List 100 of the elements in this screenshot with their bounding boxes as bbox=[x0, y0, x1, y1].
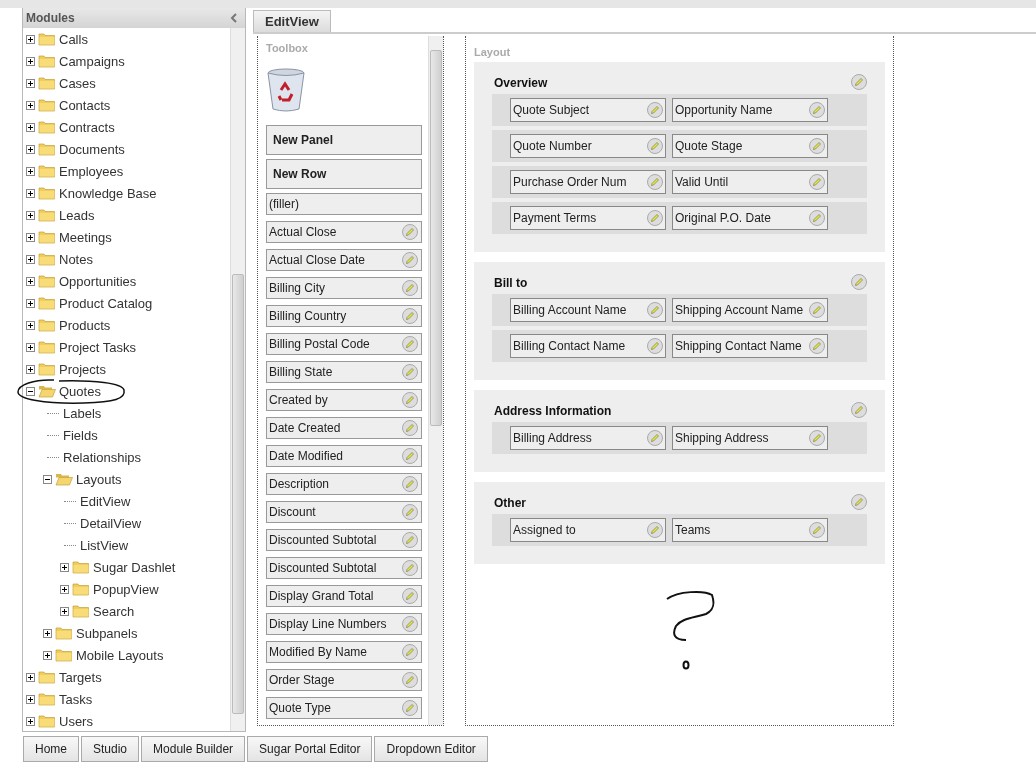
field-item[interactable]: Display Line Numbers bbox=[266, 613, 422, 635]
collapse-icon[interactable] bbox=[26, 386, 35, 396]
tree-item[interactable]: EditView bbox=[80, 493, 131, 509]
footer-tab[interactable]: Studio bbox=[81, 736, 140, 762]
pencil-icon[interactable] bbox=[647, 338, 663, 354]
layout-field[interactable]: Shipping Address bbox=[672, 426, 828, 450]
layout-field[interactable]: Billing Account Name bbox=[510, 298, 666, 322]
layout-field[interactable]: Payment Terms bbox=[510, 206, 666, 230]
layout-field[interactable]: Opportunity Name bbox=[672, 98, 828, 122]
layout-field[interactable]: Quote Number bbox=[510, 134, 666, 158]
tree-item[interactable]: Leads bbox=[59, 207, 95, 223]
tree-item[interactable]: Campaigns bbox=[59, 53, 125, 69]
pencil-icon[interactable] bbox=[402, 476, 418, 492]
new-row-item[interactable]: New Row bbox=[266, 159, 422, 189]
tree-item[interactable]: PopupView bbox=[93, 581, 159, 597]
tree-item[interactable]: ListView bbox=[80, 537, 129, 553]
pencil-icon[interactable] bbox=[402, 280, 418, 296]
pencil-icon[interactable] bbox=[402, 392, 418, 408]
tree-item[interactable]: Labels bbox=[63, 405, 102, 421]
pencil-icon[interactable] bbox=[402, 644, 418, 660]
chevron-left-icon[interactable] bbox=[230, 13, 237, 23]
expand-icon[interactable] bbox=[26, 100, 35, 110]
field-item[interactable]: Billing Country bbox=[266, 305, 422, 327]
field-item[interactable]: Discounted Subtotal bbox=[266, 529, 422, 551]
tree-item[interactable]: Cases bbox=[59, 75, 96, 91]
pencil-icon[interactable] bbox=[809, 102, 825, 118]
footer-tab[interactable]: Module Builder bbox=[141, 736, 246, 762]
filler-item[interactable]: (filler) bbox=[266, 193, 422, 215]
field-item[interactable]: Actual Close bbox=[266, 221, 422, 243]
layout-field[interactable]: Billing Address bbox=[510, 426, 666, 450]
field-item[interactable]: Date Created bbox=[266, 417, 422, 439]
layout-field[interactable]: Shipping Account Name bbox=[672, 298, 828, 322]
footer-tab[interactable]: Dropdown Editor bbox=[374, 736, 488, 762]
pencil-icon[interactable] bbox=[809, 138, 825, 154]
expand-icon[interactable] bbox=[43, 628, 52, 638]
tree-item[interactable]: Contracts bbox=[59, 119, 115, 135]
field-item[interactable]: Modified By Name bbox=[266, 641, 422, 663]
tree-item[interactable]: Projects bbox=[59, 361, 106, 377]
tree-item[interactable]: Project Tasks bbox=[59, 339, 137, 355]
layout-field[interactable]: Valid Until bbox=[672, 170, 828, 194]
pencil-icon[interactable] bbox=[402, 336, 418, 352]
tree-item[interactable]: Sugar Dashlet bbox=[93, 559, 176, 575]
expand-icon[interactable] bbox=[26, 716, 35, 726]
expand-icon[interactable] bbox=[43, 650, 52, 660]
pencil-icon[interactable] bbox=[402, 672, 418, 688]
expand-icon[interactable] bbox=[26, 364, 35, 374]
pencil-icon[interactable] bbox=[647, 302, 663, 318]
expand-icon[interactable] bbox=[60, 584, 69, 594]
pencil-icon[interactable] bbox=[809, 174, 825, 190]
pencil-icon[interactable] bbox=[809, 430, 825, 446]
expand-icon[interactable] bbox=[26, 694, 35, 704]
tree-item[interactable]: Mobile Layouts bbox=[76, 647, 164, 663]
editview-tab[interactable]: EditView bbox=[253, 10, 331, 32]
pencil-icon[interactable] bbox=[402, 616, 418, 632]
expand-icon[interactable] bbox=[26, 232, 35, 242]
tree-item[interactable]: Tasks bbox=[59, 691, 93, 707]
scrollbar[interactable] bbox=[230, 28, 245, 731]
pencil-icon[interactable] bbox=[402, 532, 418, 548]
field-item[interactable]: Billing City bbox=[266, 277, 422, 299]
scrollbar[interactable] bbox=[428, 36, 443, 725]
pencil-icon[interactable] bbox=[402, 420, 418, 436]
expand-icon[interactable] bbox=[60, 606, 69, 616]
expand-icon[interactable] bbox=[26, 210, 35, 220]
pencil-icon[interactable] bbox=[851, 402, 867, 418]
tree-item[interactable]: Meetings bbox=[59, 229, 112, 245]
tree-item[interactable]: Quotes bbox=[59, 383, 101, 399]
expand-icon[interactable] bbox=[26, 342, 35, 352]
expand-icon[interactable] bbox=[26, 122, 35, 132]
layout-field[interactable]: Original P.O. Date bbox=[672, 206, 828, 230]
expand-icon[interactable] bbox=[26, 78, 35, 88]
footer-tab[interactable]: Home bbox=[23, 736, 79, 762]
field-item[interactable]: Actual Close Date bbox=[266, 249, 422, 271]
tree-item[interactable]: Employees bbox=[59, 163, 124, 179]
tree-item[interactable]: Product Catalog bbox=[59, 295, 153, 311]
tree-item[interactable]: Fields bbox=[63, 427, 98, 443]
pencil-icon[interactable] bbox=[647, 522, 663, 538]
expand-icon[interactable] bbox=[60, 562, 69, 572]
expand-icon[interactable] bbox=[26, 320, 35, 330]
field-item[interactable]: Billing State bbox=[266, 361, 422, 383]
tree-item[interactable]: Contacts bbox=[59, 97, 111, 113]
tree-item[interactable]: Knowledge Base bbox=[59, 185, 157, 201]
field-item[interactable]: Billing Postal Code bbox=[266, 333, 422, 355]
field-item[interactable]: Discounted Subtotal bbox=[266, 557, 422, 579]
expand-icon[interactable] bbox=[26, 672, 35, 682]
pencil-icon[interactable] bbox=[809, 522, 825, 538]
expand-icon[interactable] bbox=[26, 166, 35, 176]
expand-icon[interactable] bbox=[26, 254, 35, 264]
expand-icon[interactable] bbox=[26, 56, 35, 66]
field-item[interactable]: Display Grand Total bbox=[266, 585, 422, 607]
expand-icon[interactable] bbox=[26, 298, 35, 308]
field-item[interactable]: Order Stage bbox=[266, 669, 422, 691]
collapse-icon[interactable] bbox=[43, 474, 52, 484]
new-panel-item[interactable]: New Panel bbox=[266, 125, 422, 155]
expand-icon[interactable] bbox=[26, 144, 35, 154]
layout-field[interactable]: Purchase Order Num bbox=[510, 170, 666, 194]
pencil-icon[interactable] bbox=[402, 364, 418, 380]
tree-item[interactable]: Users bbox=[59, 713, 93, 729]
pencil-icon[interactable] bbox=[647, 210, 663, 226]
pencil-icon[interactable] bbox=[402, 700, 418, 716]
field-item[interactable]: Quote Type bbox=[266, 697, 422, 719]
